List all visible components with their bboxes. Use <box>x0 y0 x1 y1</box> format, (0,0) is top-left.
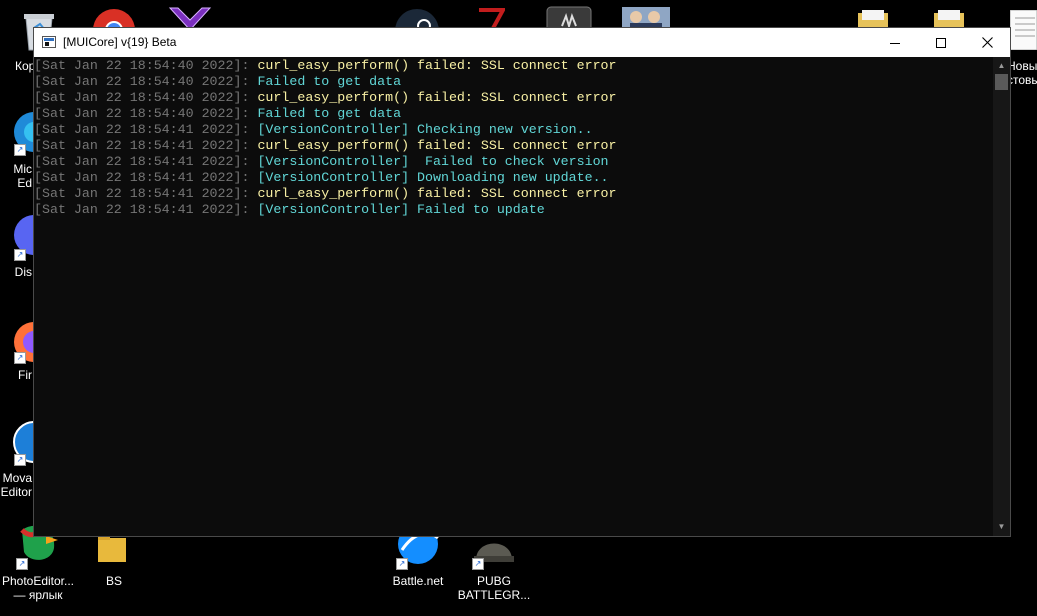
desktop-icon-label: Новы стовы <box>1007 59 1037 87</box>
log-timestamp: [Sat Jan 22 18:54:40 2022] <box>34 74 242 89</box>
window-title: [MUICore] v{19} Beta <box>63 35 177 49</box>
log-timestamp: [Sat Jan 22 18:54:41 2022] <box>34 154 242 169</box>
log-message: [VersionController] Checking new version… <box>257 122 593 137</box>
log-message: curl_easy_perform() failed: SSL connect … <box>257 138 617 153</box>
log-separator: : <box>241 154 258 169</box>
console-line: [Sat Jan 22 18:54:41 2022]: [VersionCont… <box>34 170 994 186</box>
log-timestamp: [Sat Jan 22 18:54:41 2022] <box>34 138 242 153</box>
console-line: [Sat Jan 22 18:54:40 2022]: Failed to ge… <box>34 74 994 90</box>
vertical-scrollbar[interactable]: ▲ ▼ <box>993 57 1010 536</box>
log-message: Failed to get data <box>257 106 402 121</box>
folder-icon <box>98 534 126 562</box>
desktop-icon-label: PhotoEditor... — ярлык <box>1 574 75 602</box>
minimize-button[interactable] <box>872 28 918 57</box>
log-timestamp: [Sat Jan 22 18:54:41 2022] <box>34 186 242 201</box>
console-line: [Sat Jan 22 18:54:41 2022]: [VersionCont… <box>34 122 994 138</box>
log-message: curl_easy_perform() failed: SSL connect … <box>257 58 617 73</box>
desktop-icon-label: BS <box>105 574 122 588</box>
title-bar[interactable]: [MUICore] v{19} Beta <box>34 28 1010 57</box>
console-line: [Sat Jan 22 18:54:40 2022]: curl_easy_pe… <box>34 90 994 106</box>
log-separator: : <box>241 58 258 73</box>
log-message: [VersionController] Failed to update <box>257 202 545 217</box>
log-message: Failed to get data <box>257 74 402 89</box>
console-output[interactable]: [Sat Jan 22 18:54:40 2022]: curl_easy_pe… <box>34 57 994 537</box>
desktop-icon-steam[interactable] <box>380 0 456 32</box>
desktop-icon-chrome[interactable] <box>76 0 152 52</box>
desktop-icon-anime-game[interactable] <box>608 0 684 31</box>
log-message: [VersionController] Downloading new upda… <box>257 170 609 185</box>
log-timestamp: [Sat Jan 22 18:54:40 2022] <box>34 58 242 73</box>
desktop-icon-microsoft-edge[interactable]: ↗ Mic Ed <box>0 100 33 192</box>
desktop-icon-label: Dis <box>14 265 32 279</box>
desktop-icon-movavi-editor[interactable]: ↗ Mova Editor <box>0 412 33 502</box>
console-line: [Sat Jan 22 18:54:40 2022]: Failed to ge… <box>34 106 994 122</box>
desktop-icon-label: Battle.net <box>392 574 444 588</box>
desktop-icon-app-v[interactable] <box>152 0 228 31</box>
shortcut-arrow-icon: ↗ <box>472 558 484 570</box>
log-separator: : <box>241 90 258 105</box>
console-line: [Sat Jan 22 18:54:41 2022]: [VersionCont… <box>34 154 994 170</box>
log-separator: : <box>241 202 258 217</box>
desktop-icon-folder-2[interactable] <box>912 0 988 30</box>
desktop-icon-discord[interactable]: ↗ Dis <box>0 205 33 280</box>
shortcut-arrow-icon: ↗ <box>16 558 28 570</box>
console-line: [Sat Jan 22 18:54:41 2022]: curl_easy_pe… <box>34 138 994 154</box>
shortcut-arrow-icon: ↗ <box>14 249 26 261</box>
log-timestamp: [Sat Jan 22 18:54:41 2022] <box>34 202 242 217</box>
log-message: curl_easy_perform() failed: SSL connect … <box>257 90 617 105</box>
log-separator: : <box>241 122 258 137</box>
log-message: [VersionController] Failed to check vers… <box>257 154 609 169</box>
scroll-down-arrow-icon[interactable]: ▼ <box>993 520 1010 534</box>
desktop-icon-folder-1[interactable] <box>836 0 912 30</box>
log-message: curl_easy_perform() failed: SSL connect … <box>257 186 617 201</box>
console-app-icon <box>42 36 56 48</box>
log-timestamp: [Sat Jan 22 18:54:41 2022] <box>34 122 242 137</box>
log-timestamp: [Sat Jan 22 18:54:40 2022] <box>34 106 242 121</box>
desktop-icon-label: Fir <box>18 368 32 382</box>
desktop-icon-app-seven[interactable] <box>455 0 531 32</box>
log-timestamp: [Sat Jan 22 18:54:41 2022] <box>34 170 242 185</box>
log-separator: : <box>241 138 258 153</box>
desktop-icon-firefox[interactable]: ↗ Fir <box>0 310 33 385</box>
log-separator: : <box>241 186 258 201</box>
text-document-icon <box>1010 10 1037 50</box>
shortcut-arrow-icon: ↗ <box>14 144 26 156</box>
scroll-up-arrow-icon[interactable]: ▲ <box>993 59 1010 73</box>
shortcut-arrow-icon: ↗ <box>14 454 26 466</box>
desktop-icon-app-dark[interactable] <box>532 0 608 30</box>
maximize-icon <box>936 37 946 48</box>
log-separator: : <box>241 74 258 89</box>
desktop-icon-label: Mic Ed <box>13 162 32 190</box>
close-icon <box>981 37 993 48</box>
log-separator: : <box>241 170 258 185</box>
desktop-icon-label: PUBG BATTLEGR... <box>457 574 531 602</box>
console-window[interactable]: [MUICore] v{19} Beta [Sat Jan 22 18:54:4… <box>33 27 1011 537</box>
shortcut-arrow-icon: ↗ <box>396 558 408 570</box>
console-line: [Sat Jan 22 18:54:41 2022]: curl_easy_pe… <box>34 186 994 202</box>
minimize-icon <box>890 42 900 44</box>
scrollbar-thumb[interactable] <box>995 74 1008 90</box>
log-separator: : <box>241 106 258 121</box>
desktop-icon-label: Mova Editor <box>0 471 32 499</box>
shortcut-arrow-icon: ↗ <box>14 352 26 364</box>
maximize-button[interactable] <box>918 28 964 57</box>
console-line: [Sat Jan 22 18:54:41 2022]: [VersionCont… <box>34 202 994 218</box>
console-line: [Sat Jan 22 18:54:40 2022]: curl_easy_pe… <box>34 58 994 74</box>
log-timestamp: [Sat Jan 22 18:54:40 2022] <box>34 90 242 105</box>
close-button[interactable] <box>964 28 1010 57</box>
